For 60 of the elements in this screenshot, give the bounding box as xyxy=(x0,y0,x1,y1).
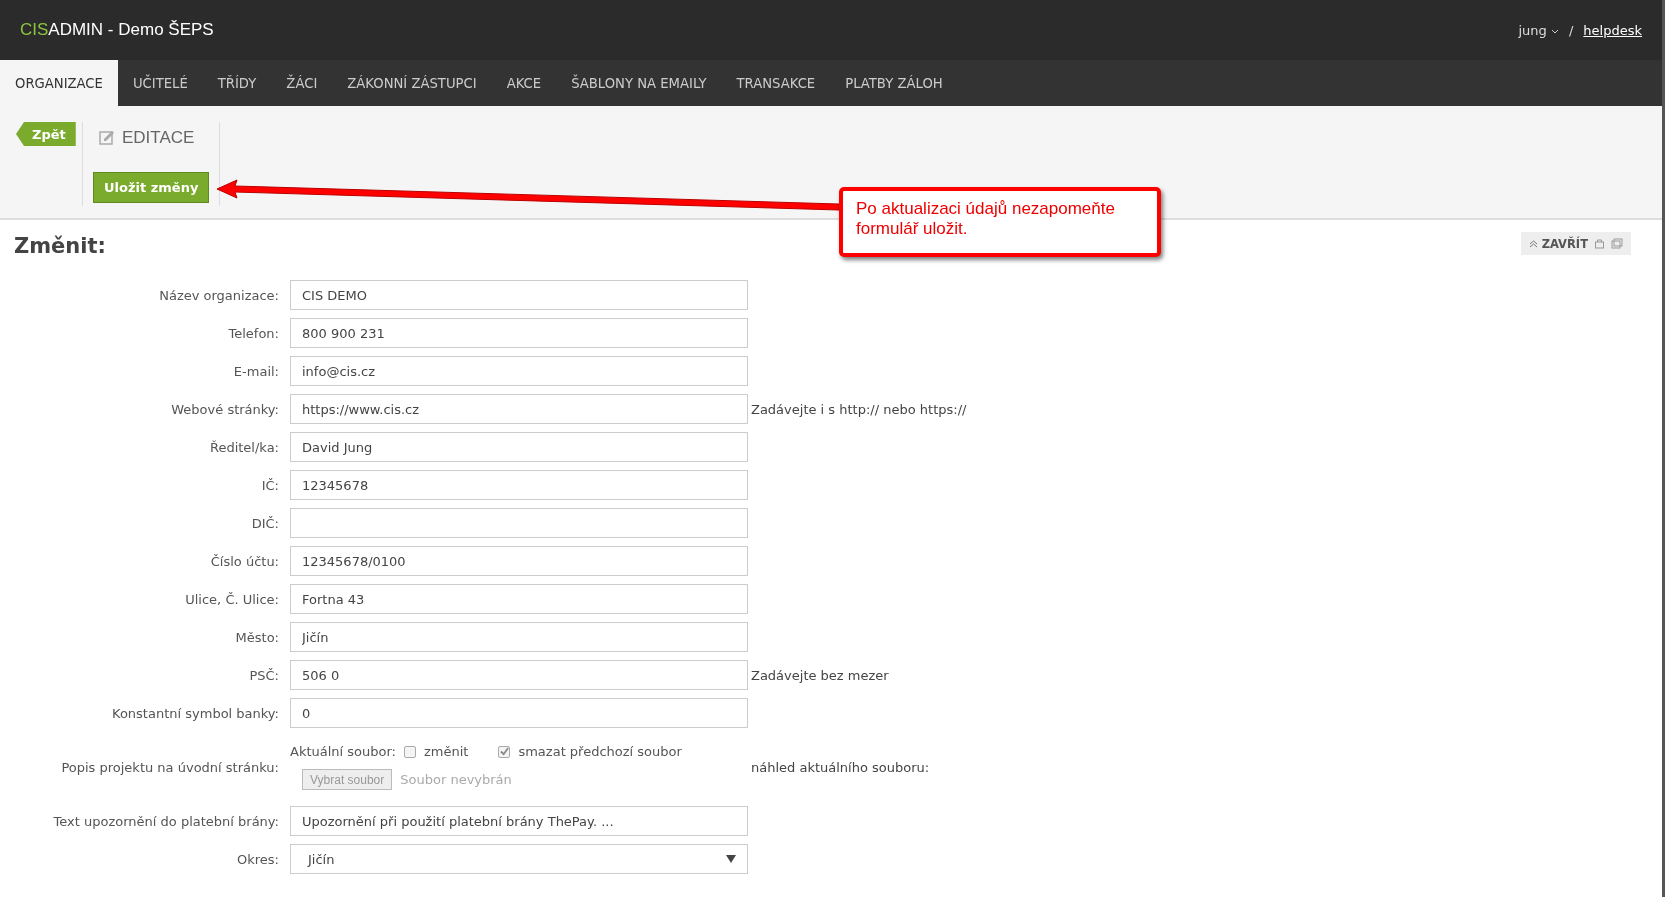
field-label: Číslo účtu: xyxy=(209,553,280,569)
field-hint: Zadávejte i s http:// nebo https:// xyxy=(751,401,967,417)
nav-tab[interactable]: PLATBY ZÁLOH xyxy=(830,60,958,106)
field-label: Text upozornění do platební brány: xyxy=(52,813,280,829)
field-label: E-mail: xyxy=(232,363,280,379)
nav-tab[interactable]: UČITELÉ xyxy=(117,60,203,106)
app-title: CISADMIN - Demo ŠEPS xyxy=(20,20,214,40)
nav-tab[interactable]: ORGANIZACE xyxy=(0,60,118,106)
text-field[interactable]: https://www.cis.cz xyxy=(290,394,748,424)
helpdesk-link[interactable]: helpdesk xyxy=(1583,22,1642,38)
checkbox-label: změnit xyxy=(424,744,469,759)
field-label: Telefon: xyxy=(227,325,280,341)
text-field[interactable]: Upozornění při použití platební brány ThePay. ... xyxy=(290,806,748,836)
checkbox-label: smazat předchozí soubor xyxy=(518,744,682,759)
section-title: EDITACE xyxy=(122,128,195,148)
field-label: IČ: xyxy=(260,477,280,493)
copy-icon[interactable] xyxy=(1611,238,1623,249)
edit-icon xyxy=(99,130,115,146)
text-field[interactable]: 12345678/0100 xyxy=(290,546,748,576)
text-field[interactable]: 506 0 xyxy=(290,660,748,690)
dropdown-triangle-icon xyxy=(726,855,736,863)
field-label: Ředitel/ka: xyxy=(208,439,280,455)
chevron-down-icon xyxy=(1550,28,1559,35)
text-field[interactable]: 800 900 231 xyxy=(290,318,748,348)
nav-tab[interactable]: TRANSAKCE xyxy=(721,60,831,106)
field-label: PSČ: xyxy=(248,667,280,683)
separator: / xyxy=(1568,22,1574,38)
user-menu[interactable]: jung xyxy=(1518,22,1559,38)
text-field[interactable]: Jičín xyxy=(290,622,748,652)
file-status: Soubor nevybrán xyxy=(400,772,512,787)
text-field[interactable]: Fortna 43 xyxy=(290,584,748,614)
form-heading: Změnit: xyxy=(14,234,106,260)
checkbox[interactable] xyxy=(498,745,511,758)
field-label: Okres: xyxy=(236,851,280,867)
checkbox[interactable] xyxy=(404,745,416,758)
lock-icon[interactable] xyxy=(1594,238,1605,249)
field-label: Název organizace: xyxy=(158,287,280,303)
text-field[interactable]: CIS DEMO xyxy=(290,280,748,310)
field-label: Město: xyxy=(234,629,280,645)
field-label: Webové stránky: xyxy=(170,401,280,417)
text-field[interactable]: David Jung xyxy=(290,432,748,462)
field-label: Ulice, Č. Ulice: xyxy=(184,591,280,607)
select-field[interactable]: Jičín xyxy=(290,844,748,874)
field-hint: náhled aktuálního souboru: xyxy=(751,759,930,775)
text-field[interactable]: 12345678 xyxy=(290,470,748,500)
nav-tab[interactable]: TŘÍDY xyxy=(202,60,272,106)
field-label: DIČ: xyxy=(250,515,280,531)
field-label: Popis projektu na úvodní stránku: xyxy=(60,759,280,775)
nav-tab[interactable]: ŠABLONY NA EMAILY xyxy=(556,60,722,106)
field-label: Konstantní symbol banky: xyxy=(111,705,280,721)
text-field[interactable]: info@cis.cz xyxy=(290,356,748,386)
double-chevron-up-icon xyxy=(1528,239,1538,248)
nav-tab[interactable]: ZÁKONNÍ ZÁSTUPCI xyxy=(332,60,492,106)
callout-note: Po aktualizaci údajů nezapomeňte formulář uložit. xyxy=(839,187,1161,257)
nav-tab[interactable]: ŽÁCI xyxy=(271,60,333,106)
current-file-label: Aktuální soubor: xyxy=(290,744,396,759)
field-hint: Zadávejte bez mezer xyxy=(751,667,889,683)
text-field[interactable]: 0 xyxy=(290,698,748,728)
nav-tab[interactable]: AKCE xyxy=(491,60,557,106)
text-field[interactable] xyxy=(290,508,748,538)
